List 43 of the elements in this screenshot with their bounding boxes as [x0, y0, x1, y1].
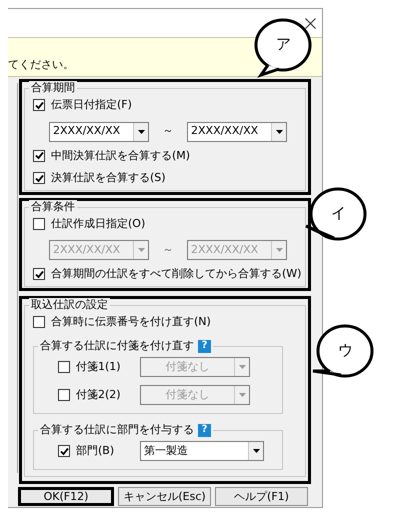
group-title: 合算条件 [29, 200, 77, 214]
checkbox[interactable] [33, 268, 45, 280]
checkbox-label: 付箋1(1) [76, 358, 121, 375]
checkbox-label: 伝票日付指定(F) [51, 97, 132, 113]
dropdown-arrow-icon [276, 248, 282, 252]
dropdown[interactable]: 2XXX/XX/XX [187, 122, 287, 142]
checkbox[interactable] [33, 172, 45, 184]
callout-label: イ [331, 206, 346, 221]
dropdown-arrow-icon [276, 130, 282, 134]
dropdown-arrow-icon [138, 248, 144, 252]
checkbox-label: 部門(B) [76, 442, 114, 459]
notice-text: てください。 [8, 56, 74, 72]
dropdown[interactable]: 第一製造 [140, 441, 264, 461]
checkbox[interactable] [33, 218, 45, 230]
checkbox-label: 中間決算仕訳を合算する(M) [51, 148, 190, 164]
dropdown-arrow-icon [238, 365, 246, 369]
range-mark: ～ [162, 242, 174, 258]
callout-label: ウ [338, 343, 353, 358]
group-title: 合算する仕訳に付箋を付け直す [40, 338, 194, 354]
checkbox-label: 合算期間の仕訳をすべて削除してから合算する(W) [51, 266, 302, 282]
dropdown-arrow-icon [238, 393, 246, 397]
checkbox[interactable] [33, 99, 45, 112]
callout-label: ア [276, 37, 291, 52]
dialog-button[interactable]: ヘルプ(F1) [215, 487, 308, 506]
group-title: 合算する仕訳に部門を付与する [40, 422, 194, 438]
dropdown[interactable]: 2XXX/XX/XX [49, 122, 149, 142]
checkbox-label: 合算時に伝票番号を付け直す(N) [51, 314, 211, 330]
checkbox-label: 仕訳作成日指定(O) [51, 216, 146, 232]
dropdown-arrow-icon [252, 449, 260, 453]
group-title: 取込仕訳の設定 [29, 298, 110, 312]
checkbox-label: 付箋2(2) [76, 386, 121, 403]
checkbox[interactable] [58, 445, 70, 457]
range-mark: ～ [162, 123, 174, 140]
close-icon[interactable] [305, 18, 316, 28]
dialog-button[interactable]: OK(F12) [18, 487, 114, 506]
dialog-button[interactable]: キャンセル(Esc) [118, 487, 211, 506]
help-button[interactable]: ? [198, 340, 211, 353]
checkbox[interactable] [33, 316, 45, 328]
checkbox-label: 決算仕訳を合算する(S) [51, 170, 166, 186]
group-title: 合算期間 [29, 81, 77, 95]
checkbox[interactable] [33, 150, 45, 162]
help-button[interactable]: ? [198, 424, 211, 437]
dropdown-arrow-icon [138, 130, 144, 134]
